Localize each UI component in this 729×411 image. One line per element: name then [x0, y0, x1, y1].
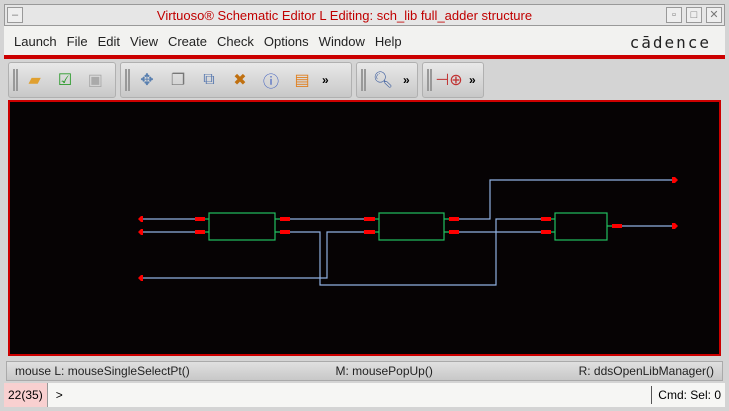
- mouse-status-bar: mouse L: mouseSingleSelectPt() M: mouseP…: [6, 361, 723, 381]
- cadence-logo: cādence: [629, 33, 711, 52]
- command-line: 22(35) > Cmd: Sel: 0: [4, 383, 725, 407]
- pins: [138, 177, 678, 281]
- edit-toolbar: ✥ ❐ ⧉ ✖ ⓘ ▤ »: [120, 62, 352, 98]
- menu-bar: Launch File Edit View Create Check Optio…: [4, 26, 725, 56]
- menu-options[interactable]: Options: [264, 34, 309, 49]
- more-button[interactable]: »: [322, 73, 329, 87]
- schematic-canvas[interactable]: [8, 100, 721, 356]
- stretch-icon[interactable]: ⧉: [198, 69, 220, 91]
- mouse-left-binding: mouse L: mouseSingleSelectPt(): [15, 364, 190, 378]
- zoom-toolbar: 🔍︎ »: [356, 62, 418, 98]
- title-bar: – Virtuoso® Schematic Editor L Editing: …: [4, 4, 725, 26]
- input-pin-b: [138, 229, 143, 235]
- more-button[interactable]: »: [469, 73, 476, 87]
- copy-icon[interactable]: ❐: [167, 69, 189, 91]
- menu-create[interactable]: Create: [168, 34, 207, 49]
- instance-or-gate[interactable]: [554, 212, 608, 241]
- create-toolbar: ⊣⊕ »: [422, 62, 484, 98]
- menu-check[interactable]: Check: [217, 34, 254, 49]
- toolbar-grip[interactable]: [361, 69, 366, 91]
- move-icon[interactable]: ✥: [136, 69, 158, 91]
- command-counter: 22(35): [4, 383, 48, 407]
- input-pin-a: [138, 216, 143, 222]
- instance-half-adder-1[interactable]: [208, 212, 276, 241]
- menu-help[interactable]: Help: [375, 34, 402, 49]
- close-button[interactable]: ✕: [706, 7, 722, 23]
- output-pin-cout: [672, 223, 678, 229]
- menu-edit[interactable]: Edit: [98, 34, 120, 49]
- schematic: [138, 177, 678, 286]
- maximize-button[interactable]: □: [686, 7, 702, 23]
- file-toolbar: ▰ ☑ ▣: [8, 62, 116, 98]
- save-check-icon[interactable]: ☑: [54, 69, 75, 91]
- save-disk-icon[interactable]: ▣: [85, 69, 106, 91]
- toolbar-grip[interactable]: [427, 69, 432, 91]
- instance-half-adder-2[interactable]: [378, 212, 445, 241]
- menu-view[interactable]: View: [130, 34, 158, 49]
- more-button[interactable]: »: [403, 73, 410, 87]
- menu-window[interactable]: Window: [319, 34, 365, 49]
- output-pin-sum: [672, 177, 678, 183]
- zoom-icon[interactable]: 🔍︎: [372, 69, 394, 91]
- wires: [142, 179, 672, 286]
- menu-divider: [4, 55, 725, 59]
- toolbar-grip[interactable]: [13, 69, 18, 91]
- info-icon[interactable]: ⓘ: [260, 69, 282, 91]
- selection-status: Cmd: Sel: 0: [651, 386, 725, 404]
- properties-icon[interactable]: ▤: [291, 69, 313, 91]
- mouse-right-binding: R: ddsOpenLibManager(): [578, 364, 714, 378]
- delete-icon[interactable]: ✖: [229, 69, 251, 91]
- menu-file[interactable]: File: [67, 34, 88, 49]
- mouse-middle-binding: M: mousePopUp(): [335, 364, 433, 378]
- menu-launch[interactable]: Launch: [14, 34, 57, 49]
- input-pin-cin: [138, 275, 143, 281]
- toolbar-grip[interactable]: [125, 69, 130, 91]
- window-title: Virtuoso® Schematic Editor L Editing: sc…: [156, 7, 533, 23]
- command-input[interactable]: >: [48, 388, 652, 402]
- open-folder-icon[interactable]: ▰: [24, 69, 45, 91]
- add-instance-icon[interactable]: ⊣⊕: [435, 69, 462, 91]
- minimize-button[interactable]: ▫: [666, 7, 682, 23]
- window-menu-button[interactable]: –: [7, 7, 23, 23]
